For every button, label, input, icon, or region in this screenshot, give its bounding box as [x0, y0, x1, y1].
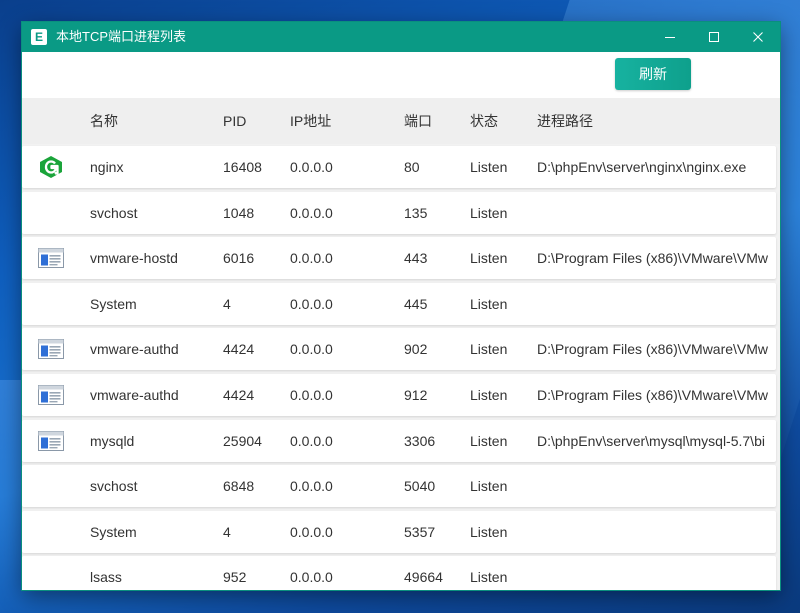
ip-address: 0.0.0.0 [290, 341, 333, 358]
connection-state: Listen [470, 159, 508, 175]
header-path[interactable]: 进程路径 [537, 98, 774, 144]
process-pid: 1048 [223, 204, 255, 221]
connection-state: Listen [470, 204, 508, 221]
table-row[interactable]: svchost 6848 0.0.0.0 5040 Listen [22, 465, 776, 508]
port-number: 5040 [404, 478, 436, 495]
port-number: 902 [404, 341, 428, 358]
app-window-icon [38, 429, 64, 453]
ip-address: 0.0.0.0 [290, 523, 333, 540]
process-name: svchost [90, 204, 138, 221]
process-name: System [90, 295, 137, 312]
process-path: D:\Program Files (x86)\VMware\VMw [537, 387, 769, 403]
port-number: 912 [404, 387, 428, 403]
process-pid: 4424 [223, 387, 255, 403]
process-pid: 25904 [223, 432, 262, 449]
table-header: 名称 PID IP地址 端口 状态 进程路径 [22, 98, 780, 144]
table-row[interactable]: nginx 16408 0.0.0.0 80 Listen D:\phpEnv\serve… [22, 146, 776, 188]
connection-state: Listen [470, 432, 508, 449]
close-icon [753, 32, 763, 42]
process-path: D:\phpEnv\server\nginx\nginx.exe [537, 159, 747, 175]
ip-address: 0.0.0.0 [290, 432, 333, 449]
process-name: svchost [90, 478, 138, 495]
minimize-button[interactable] [648, 22, 692, 52]
ip-address: 0.0.0.0 [290, 250, 333, 267]
app-window: E 本地TCP端口进程列表 刷新 名称 PID IP地址 端口 状态 进程路径 … [22, 22, 780, 590]
process-pid: 16408 [223, 159, 262, 175]
header-state[interactable]: 状态 [470, 98, 532, 144]
ip-address: 0.0.0.0 [290, 204, 333, 221]
port-number: 49664 [404, 569, 443, 586]
process-pid: 4 [223, 523, 231, 540]
connection-state: Listen [470, 341, 508, 358]
maximize-button[interactable] [692, 22, 736, 52]
process-path [537, 511, 774, 553]
table-row[interactable]: lsass 952 0.0.0.0 49664 Listen [22, 556, 776, 590]
ip-address: 0.0.0.0 [290, 295, 333, 312]
port-number: 135 [404, 204, 428, 221]
refresh-button[interactable]: 刷新 [615, 58, 691, 90]
process-path [537, 556, 774, 590]
process-pid: 4 [223, 295, 231, 312]
process-name: nginx [90, 159, 124, 175]
table-row[interactable]: System 4 0.0.0.0 5357 Listen [22, 510, 776, 553]
process-name: mysqld [90, 432, 135, 449]
connection-state: Listen [470, 569, 508, 586]
connection-state: Listen [470, 523, 508, 540]
process-path [537, 192, 774, 234]
process-pid: 6016 [223, 250, 255, 267]
process-pid: 4424 [223, 341, 255, 358]
close-button[interactable] [736, 22, 780, 52]
process-pid: 952 [223, 569, 247, 586]
process-pid: 6848 [223, 478, 255, 495]
maximize-icon [709, 32, 719, 42]
table-row[interactable]: svchost 1048 0.0.0.0 135 Listen [22, 191, 776, 234]
process-path: D:\Program Files (x86)\VMware\VMw [537, 250, 769, 267]
app-window-icon [38, 246, 64, 270]
minimize-icon [665, 37, 675, 38]
table-row[interactable]: mysqld 25904 0.0.0.0 3306 Listen D:\phpEnv\se… [22, 419, 776, 462]
window-title: 本地TCP端口进程列表 [56, 29, 187, 44]
process-name: System [90, 523, 137, 540]
process-path: D:\phpEnv\server\mysql\mysql-5.7\bi [537, 432, 765, 449]
port-number: 80 [404, 159, 420, 175]
connection-state: Listen [470, 250, 508, 267]
toolbar: 刷新 [22, 52, 780, 98]
app-logo-icon: E [31, 29, 47, 45]
process-name: vmware-hostd [90, 250, 178, 267]
process-table: 名称 PID IP地址 端口 状态 进程路径 nginx 16408 0.0.0.0… [22, 98, 780, 590]
ip-address: 0.0.0.0 [290, 569, 333, 586]
process-name: lsass [90, 569, 122, 586]
process-name: vmware-authd [90, 341, 179, 358]
connection-state: Listen [470, 295, 508, 312]
ip-address: 0.0.0.0 [290, 387, 333, 403]
process-path: D:\Program Files (x86)\VMware\VMw [537, 341, 769, 358]
process-path [537, 283, 774, 325]
app-window-icon [38, 337, 64, 361]
title-bar[interactable]: E 本地TCP端口进程列表 [22, 22, 780, 52]
port-number: 443 [404, 250, 428, 267]
connection-state: Listen [470, 387, 508, 403]
ip-address: 0.0.0.0 [290, 159, 333, 175]
port-number: 445 [404, 295, 428, 312]
connection-state: Listen [470, 478, 508, 495]
process-path [537, 465, 774, 507]
app-window-icon [38, 383, 64, 407]
table-row[interactable]: vmware-hostd 6016 0.0.0.0 443 Listen D:\Progr… [22, 237, 776, 280]
ip-address: 0.0.0.0 [290, 478, 333, 495]
nginx-icon [38, 155, 64, 179]
table-row[interactable]: vmware-authd 4424 0.0.0.0 902 Listen D:\Progr… [22, 328, 776, 371]
header-name[interactable]: 名称 [90, 98, 220, 144]
port-number: 3306 [404, 432, 436, 449]
table-row[interactable]: System 4 0.0.0.0 445 Listen [22, 282, 776, 325]
port-number: 5357 [404, 523, 436, 540]
header-port[interactable]: 端口 [404, 98, 466, 144]
header-pid[interactable]: PID [223, 98, 285, 144]
process-name: vmware-authd [90, 387, 179, 403]
header-ip[interactable]: IP地址 [290, 98, 400, 144]
table-row[interactable]: vmware-authd 4424 0.0.0.0 912 Listen D:\Progr… [22, 374, 776, 416]
